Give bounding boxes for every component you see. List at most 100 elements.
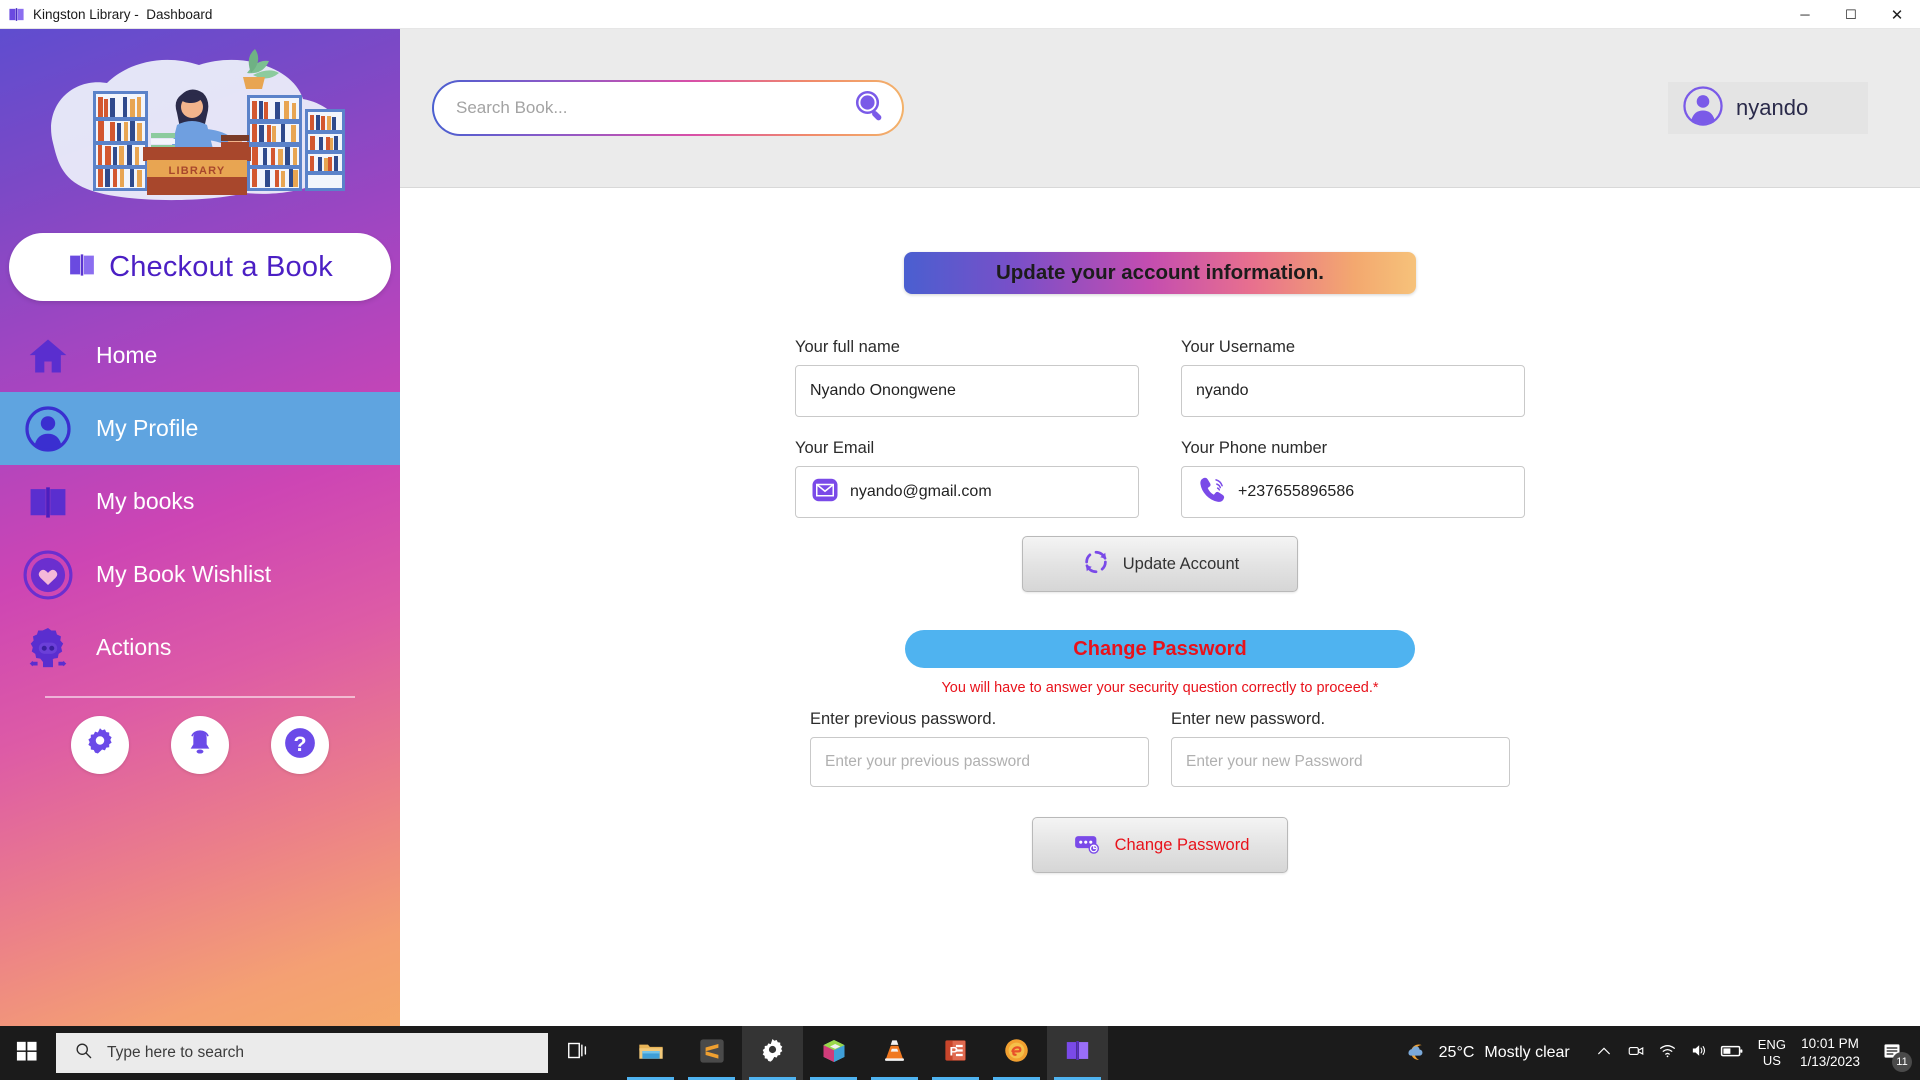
phone-input[interactable] (1238, 483, 1510, 501)
settings-button[interactable] (71, 716, 129, 774)
email-label: Your Email (795, 439, 875, 457)
envelope-icon (810, 475, 840, 510)
taskbar-app-3d-viewer[interactable] (803, 1026, 864, 1080)
sidebar-item-actions-label: Actions (96, 634, 172, 660)
app-container: LIBRARY Checkout a Book Home My Profile … (0, 29, 1920, 1051)
window-controls: ─ ☐ ✕ (1782, 0, 1920, 29)
gear-icon (83, 726, 117, 765)
taskbar-app-scratch[interactable] (986, 1026, 1047, 1080)
sidebar-item-my-books-label: My books (96, 488, 195, 514)
home-icon (0, 334, 96, 378)
checkout-a-book-label: Checkout a Book (109, 250, 333, 283)
battery-icon (1720, 1042, 1744, 1065)
sidebar-item-my-books[interactable]: My books (0, 465, 400, 538)
security-warning-text: You will have to answer your security qu… (941, 680, 1379, 696)
taskbar-search-box[interactable]: Type here to search (56, 1033, 548, 1073)
clock-time: 10:01 PM (1801, 1036, 1859, 1052)
taskbar-app-vlc[interactable] (864, 1026, 925, 1080)
sidebar-item-my-profile-label: My Profile (96, 415, 199, 441)
question-mark-icon: ? (281, 724, 319, 767)
weather-temperature: 25°C (1438, 1044, 1475, 1061)
volume-button[interactable] (1684, 1026, 1716, 1080)
library-illustration: LIBRARY (35, 47, 365, 207)
notification-count-badge: 11 (1892, 1052, 1912, 1072)
password-reset-icon (1071, 828, 1103, 863)
email-phone-row: Your Email nyando@gmail.com Your Phone n… (795, 439, 1525, 518)
update-account-button[interactable]: Update Account (1022, 536, 1298, 592)
change-password-submit-row: Change Password (795, 817, 1525, 873)
vlc-media-player-icon (881, 1037, 908, 1069)
notifications-button[interactable] (171, 716, 229, 774)
window-title: Kingston Library - Dashboard (33, 6, 213, 22)
close-button[interactable]: ✕ (1874, 0, 1920, 29)
account-form: Your full name Your Username Yo (795, 338, 1525, 873)
sublime-text-icon (698, 1037, 726, 1070)
start-button[interactable] (0, 1026, 54, 1080)
sidebar-item-actions[interactable]: Actions (0, 611, 400, 684)
previous-password-label: Enter previous password. (810, 710, 997, 728)
partly-cloudy-icon (1401, 1037, 1429, 1070)
windows-start-icon (16, 1040, 38, 1067)
clock-date: 1/13/2023 (1799, 1054, 1860, 1069)
gear-robot-icon (0, 623, 96, 673)
taskbar-app-settings[interactable] (742, 1026, 803, 1080)
main-area: nyando Update your account information. … (400, 29, 1920, 1051)
username-input[interactable] (1196, 382, 1510, 400)
user-circle-icon (0, 405, 96, 453)
sidebar-divider (45, 696, 355, 698)
language-indicator[interactable]: ENG US (1758, 1037, 1786, 1070)
clock[interactable]: 10:01 PM 1/13/2023 (1800, 1035, 1860, 1070)
email-input[interactable] (850, 483, 1124, 501)
full-name-field: Your full name (795, 338, 1139, 417)
top-bar: nyando (400, 29, 1920, 188)
task-view-button[interactable] (548, 1026, 606, 1080)
weather-condition: Mostly clear (1484, 1044, 1570, 1061)
new-password-input[interactable] (1171, 737, 1510, 787)
language-line2: US (1762, 1053, 1781, 1068)
taskbar-search-placeholder: Type here to search (107, 1044, 244, 1061)
weather-widget[interactable]: 25°C Mostly clear (1401, 1037, 1570, 1070)
kingston-library-book-icon (1064, 1037, 1091, 1069)
minimize-button[interactable]: ─ (1782, 0, 1828, 29)
sidebar-item-my-book-wishlist-label: My Book Wishlist (96, 561, 272, 587)
window-titlebar: Kingston Library - Dashboard ─ ☐ ✕ (0, 0, 1920, 29)
sidebar-item-home[interactable]: Home (0, 319, 400, 392)
taskbar-app-file-explorer[interactable] (620, 1026, 681, 1080)
speaker-icon (1690, 1041, 1709, 1065)
help-button[interactable]: ? (271, 716, 329, 774)
change-password-button[interactable]: Change Password (1032, 817, 1288, 873)
username-label: nyando (1736, 95, 1809, 120)
maximize-button[interactable]: ☐ (1828, 0, 1874, 29)
sidebar-item-my-profile[interactable]: My Profile (0, 392, 400, 465)
meet-now-icon (1627, 1042, 1645, 1065)
taskbar-app-kingston-library[interactable] (1047, 1026, 1108, 1080)
phone-icon (1196, 474, 1228, 511)
sidebar-item-my-book-wishlist[interactable]: My Book Wishlist (0, 538, 400, 611)
meet-now-button[interactable] (1620, 1026, 1652, 1080)
search-icon (74, 1041, 93, 1065)
svg-text:LIBRARY: LIBRARY (169, 165, 226, 177)
taskbar-app-powerpoint[interactable]: P (925, 1026, 986, 1080)
taskbar-app-sublime-text[interactable] (681, 1026, 742, 1080)
change-password-banner-button[interactable]: Change Password (905, 630, 1415, 668)
sidebar-item-home-label: Home (96, 342, 158, 368)
checkout-a-book-button[interactable]: Checkout a Book (9, 233, 391, 301)
windows-taskbar: Type here to search P 25°C Mostly clear … (0, 1026, 1920, 1080)
previous-password-input[interactable] (810, 737, 1149, 787)
search-input[interactable] (456, 98, 850, 118)
sidebar-nav: Home My Profile My books My Book Wishlis… (0, 319, 400, 684)
open-book-icon (0, 480, 96, 524)
magnifier-icon[interactable] (850, 85, 892, 132)
open-book-icon (67, 250, 97, 285)
full-name-input[interactable] (810, 382, 1124, 400)
action-center-button[interactable]: 11 (1872, 1026, 1912, 1080)
show-hidden-icons-button[interactable] (1588, 1026, 1620, 1080)
settings-gear-icon (759, 1037, 786, 1069)
page-title-banner: Update your account information. (904, 252, 1416, 294)
battery-button[interactable] (1716, 1026, 1748, 1080)
app-book-icon (8, 6, 25, 23)
user-account-chip[interactable]: nyando (1668, 82, 1868, 134)
search-bar[interactable] (432, 80, 904, 136)
network-button[interactable] (1652, 1026, 1684, 1080)
change-password-label: Change Password (1114, 835, 1250, 854)
